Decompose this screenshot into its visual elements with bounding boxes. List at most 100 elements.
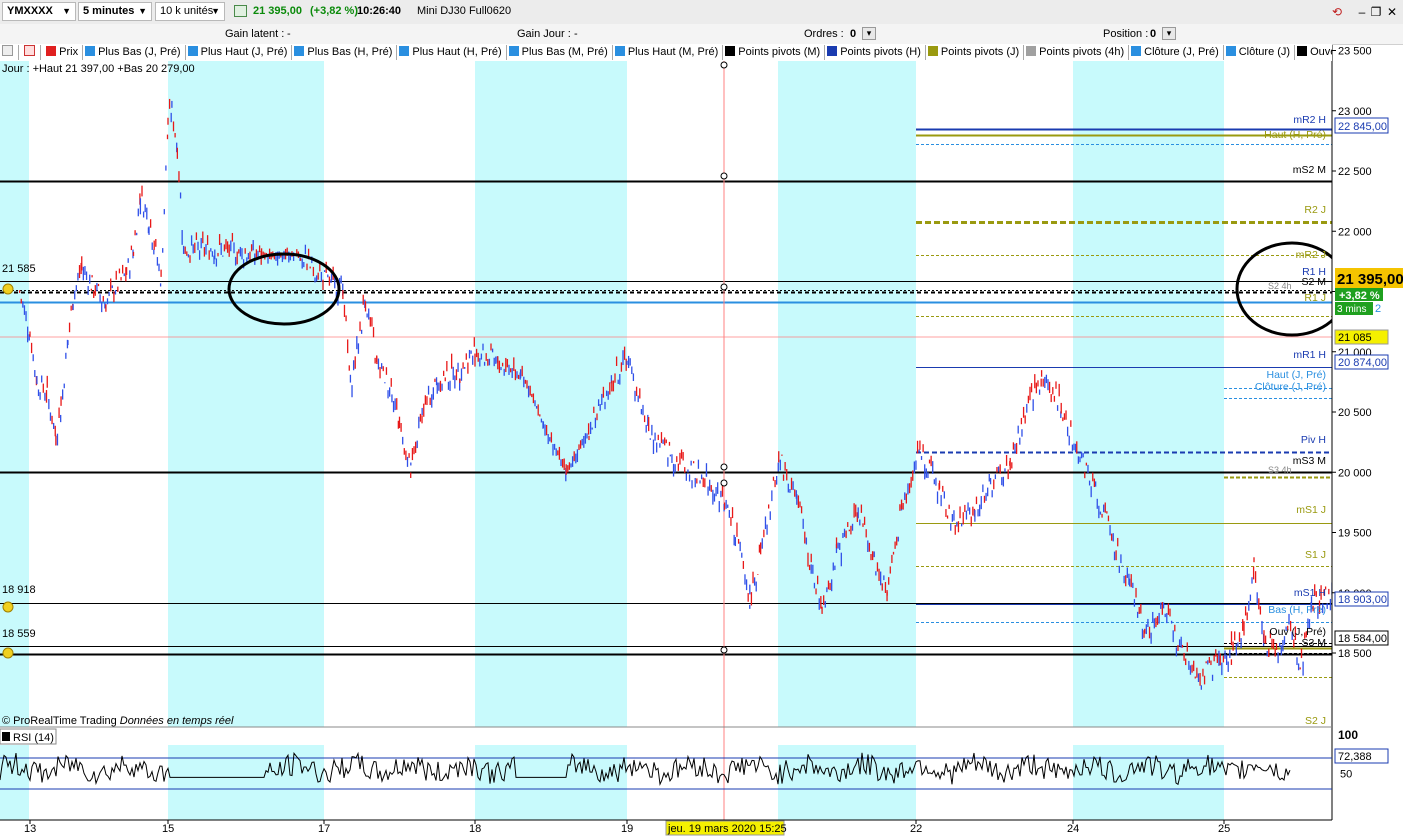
legend-tool-add[interactable] xyxy=(0,45,19,60)
refresh-icon[interactable]: ⟲ xyxy=(1330,5,1344,19)
legend-swatch xyxy=(294,46,305,56)
level-label-left: 21 585 xyxy=(2,263,36,275)
legend-item[interactable]: Plus Bas (J, Pré) xyxy=(83,45,186,60)
restore-icon[interactable]: ❐ xyxy=(1369,5,1383,19)
rsi-session-band xyxy=(168,745,324,820)
crosshair-marker xyxy=(720,172,728,180)
price-box-label: 18 584,00 xyxy=(1338,633,1387,645)
legend-swatch xyxy=(827,46,838,56)
indicator-legend: Prix Plus Bas (J, Pré) Plus Haut (J, Pré) P… xyxy=(0,44,1332,61)
legend-swatch xyxy=(508,46,519,56)
legend-swatch xyxy=(927,46,938,56)
legend-swatch xyxy=(725,46,736,56)
legend-item[interactable]: Plus Haut (J, Pré) xyxy=(186,45,293,60)
legend-swatch xyxy=(1225,46,1236,56)
pivot-label: mR1 H xyxy=(1293,349,1326,361)
legend-item[interactable]: Points pivots (H) xyxy=(825,45,926,60)
rsi-value-label: 72,388 xyxy=(1338,751,1372,763)
pivot-label-4h: S3 4h xyxy=(1268,465,1292,475)
rsi-tick-label: 50 xyxy=(1340,769,1352,781)
pivot-label: Haut (J, Pré) xyxy=(1266,369,1326,381)
rsi-tick-label: 100 xyxy=(1338,728,1358,742)
legend-item[interactable]: Prix xyxy=(44,45,84,60)
toolbar: YMXXXX ▼ 5 minutes ▼ 10 k unités ▼ 21 39… xyxy=(0,0,1403,25)
pivot-label: mS1 H xyxy=(1294,587,1326,599)
legend-tool-settings[interactable] xyxy=(22,45,42,60)
legend-label: Plus Haut (J, Pré) xyxy=(200,46,288,58)
chevron-down-icon: ▼ xyxy=(138,6,147,16)
crosshair-marker xyxy=(720,463,728,471)
annotation-circle xyxy=(1235,241,1349,337)
pivot-label: S3 M xyxy=(1301,637,1326,649)
rsi-session-band xyxy=(1073,745,1224,820)
timeframe-select[interactable]: 5 minutes ▼ xyxy=(78,2,152,21)
price-box-label: 22 845,00 xyxy=(1338,121,1387,133)
legend-item[interactable]: Points pivots (J) xyxy=(926,45,1025,60)
pivot-label: Piv H xyxy=(1301,434,1326,446)
instrument-name: Mini DJ30 Full0620 xyxy=(417,5,512,17)
chevron-down-icon: ▼ xyxy=(211,6,220,16)
alert-bell-icon xyxy=(2,601,14,613)
y-tick-label: 22 000 xyxy=(1338,226,1372,238)
crosshair-date-label: jeu. 19 mars 2020 15:25 xyxy=(667,823,787,835)
close-icon[interactable]: ✕ xyxy=(1385,5,1399,19)
legend-item[interactable]: Plus Bas (M, Pré) xyxy=(507,45,613,60)
legend-label: Clôture (J) xyxy=(1238,46,1291,58)
clock-time: 10:26:40 xyxy=(357,5,402,17)
legend-item[interactable]: Points pivots (4h) xyxy=(1024,45,1130,60)
symbol-select[interactable]: YMXXXX ▼ xyxy=(2,2,76,21)
rsi-session-band xyxy=(778,745,916,820)
legend-item[interactable]: Plus Haut (H, Pré) xyxy=(397,45,507,60)
pivot-label: mR2 J xyxy=(1296,249,1326,261)
x-tick-label: 19 xyxy=(621,823,633,835)
price-box-label: 18 903,00 xyxy=(1338,594,1387,606)
gain-jour-label: Gain Jour : xyxy=(517,28,571,40)
x-tick-label: 13 xyxy=(24,823,36,835)
legend-swatch xyxy=(399,46,410,56)
position-label: Position : xyxy=(1103,28,1149,40)
gain-latent-label: Gain latent : xyxy=(225,28,285,40)
price-box-label: 2 xyxy=(1375,303,1381,315)
pivot-label: mR2 H xyxy=(1293,114,1326,126)
x-tick-label: 17 xyxy=(318,823,330,835)
legend-label: Prix xyxy=(59,46,79,58)
pivot-label: Bas (H, Pré) xyxy=(1268,604,1326,616)
price-chart[interactable]: Jour : +Haut 21 397,00 +Bas 20 279,00 © P… xyxy=(0,0,1403,839)
y-axis: 23 50023 00022 50022 00021 50021 00020 5… xyxy=(1331,44,1403,820)
pivot-label: S1 J xyxy=(1305,549,1326,561)
settings-icon xyxy=(24,45,36,56)
units-select[interactable]: 10 k unités ▼ xyxy=(155,2,225,21)
timeframe-value: 5 minutes xyxy=(83,5,135,17)
ordres-menu-button[interactable]: ▾ xyxy=(862,27,876,40)
gain-latent-value: - xyxy=(287,28,291,40)
rsi-label: RSI (14) xyxy=(13,732,54,744)
price-box-label: 21 085 xyxy=(1338,332,1372,344)
alert-bell-icon xyxy=(2,283,14,295)
minimize-icon[interactable]: – xyxy=(1355,5,1369,19)
last-price: 21 395,00 xyxy=(253,5,302,17)
legend-swatch xyxy=(1026,46,1037,56)
pivot-label: R2 J xyxy=(1304,204,1326,216)
legend-label: Points pivots (4h) xyxy=(1039,46,1125,58)
legend-label: Plus Haut (H, Pré) xyxy=(412,46,502,58)
session-band xyxy=(168,61,324,727)
chart-icon[interactable] xyxy=(234,5,247,17)
pivot-label-4h: S2 4h xyxy=(1268,281,1292,291)
legend-item[interactable]: Plus Bas (H, Pré) xyxy=(292,45,398,60)
timer-label: 3 mins xyxy=(1337,304,1366,315)
legend-label: Points pivots (M) xyxy=(738,46,821,58)
pivot-label: Clôture (J, Pré) xyxy=(1255,381,1326,393)
y-tick-label: 19 500 xyxy=(1338,528,1372,540)
session-bands xyxy=(0,61,1224,820)
price-change: (+3,82 %) xyxy=(310,5,358,17)
legend-item[interactable]: Points pivots (M) xyxy=(723,45,826,60)
legend-item[interactable]: Ouvertu xyxy=(1295,45,1332,60)
legend-item[interactable]: Clôture (J) xyxy=(1224,45,1296,60)
legend-label: Ouvertu xyxy=(1310,46,1332,58)
legend-item[interactable]: Plus Haut (M, Pré) xyxy=(613,45,724,60)
y-tick-label: 20 500 xyxy=(1338,407,1372,419)
position-menu-button[interactable]: ▾ xyxy=(1162,27,1176,40)
legend-item[interactable]: Clôture (J, Pré) xyxy=(1129,45,1224,60)
crosshair-marker xyxy=(720,479,728,487)
x-tick-label: 15 xyxy=(162,823,174,835)
